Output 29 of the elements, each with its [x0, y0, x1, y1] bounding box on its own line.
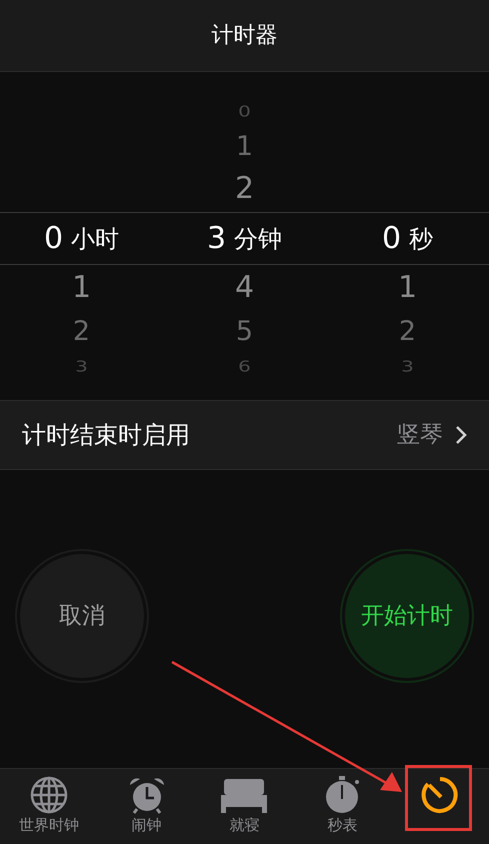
picker-option[interactable]: 5 [236, 311, 254, 351]
picker-option[interactable]: 1 [72, 265, 92, 311]
picker-option[interactable]: 2 [234, 166, 254, 212]
globe-icon [28, 775, 69, 815]
sound-row[interactable]: 计时结束时启用 竖琴 [0, 400, 489, 470]
row-label: 计时结束时启用 [22, 420, 191, 451]
picker-unit: 小时 [71, 224, 120, 254]
tab[interactable]: 闹钟 [98, 769, 196, 844]
picker-unit: 分钟 [234, 224, 282, 254]
picker-value[interactable]: 0 [44, 216, 64, 261]
picker-option[interactable]: 1 [236, 126, 254, 166]
picker-option[interactable]: 2 [398, 311, 416, 351]
picker-value[interactable]: 3 [206, 216, 226, 261]
picker-option[interactable]: 1 [398, 265, 418, 311]
time-picker[interactable]: 0 小时 1 2 3 0 1 2 3 分钟 4 5 6 0 秒 1 2 3 [0, 72, 489, 390]
timer-icon [420, 775, 460, 815]
page-title: 计时器 [212, 22, 278, 50]
picker-value[interactable]: 0 [382, 216, 402, 261]
cancel-button[interactable]: 取消 [20, 554, 144, 678]
tab[interactable]: 世界时钟 [0, 769, 98, 844]
highlight-frame [405, 765, 472, 831]
picker-option[interactable]: 2 [72, 311, 90, 351]
row-value: 竖琴 [397, 420, 443, 450]
start-button[interactable]: 开始计时 [345, 554, 469, 678]
tab[interactable]: 秒表 [293, 769, 392, 844]
picker-unit: 秒 [409, 224, 434, 254]
chevron-icon [455, 425, 467, 445]
tab[interactable]: 就寝 [196, 769, 294, 844]
picker-option[interactable]: 4 [234, 265, 254, 311]
